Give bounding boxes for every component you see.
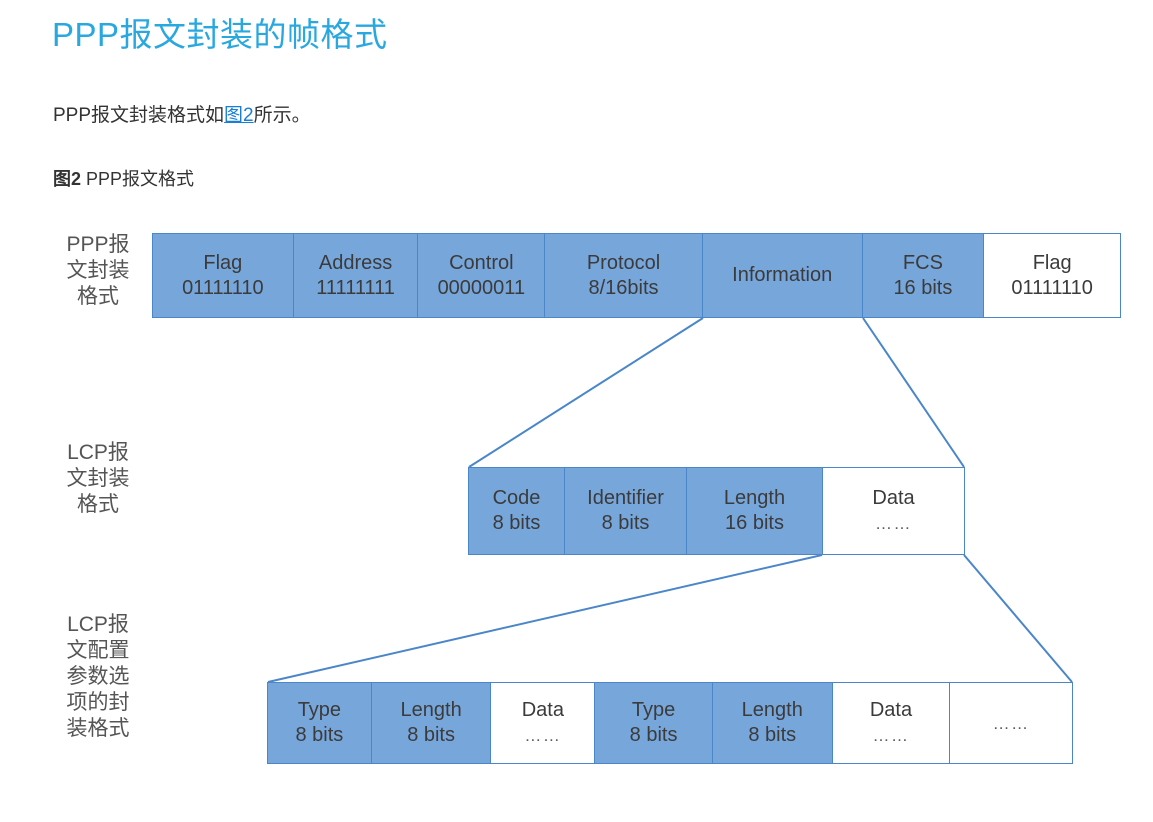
- field-ellipsis: ……: [872, 726, 910, 745]
- field-value: 11111111: [316, 276, 395, 299]
- field-code[interactable]: Code 8 bits: [469, 468, 565, 554]
- field-value: 01111110: [1011, 276, 1093, 299]
- field-value: 16 bits: [725, 512, 784, 534]
- field-address[interactable]: Address 11111111: [293, 234, 419, 317]
- field-value: 8 bits: [748, 724, 797, 746]
- field-control[interactable]: Control 00000011: [418, 234, 546, 317]
- field-ellipsis: ……: [524, 726, 562, 745]
- field-value: 16 bits: [893, 276, 953, 299]
- row-label-lcp-option: LCP报 文配置 参数选 项的封 装格式: [66, 613, 130, 740]
- field-label: Data: [521, 699, 564, 721]
- field-length[interactable]: Length 16 bits: [687, 468, 823, 554]
- field-label: Type: [297, 699, 342, 721]
- field-label: Address: [318, 251, 393, 274]
- connector-data-left: [267, 554, 823, 683]
- field-label: Identifier: [587, 487, 664, 509]
- field-flag-start[interactable]: Flag 01111110: [153, 234, 294, 317]
- field-label: FCS: [902, 251, 943, 274]
- field-value: 8/16bits: [588, 276, 659, 299]
- lcp-frame-row: Code 8 bits Identifier 8 bits Length 16 …: [468, 467, 965, 555]
- field-type-2[interactable]: Type 8 bits: [595, 683, 713, 763]
- field-label: Code: [492, 487, 541, 509]
- lcp-option-frame-row: Type 8 bits Length 8 bits Data …… Type 8…: [267, 682, 1073, 764]
- ppp-frame-row: Flag 01111110 Address 11111111 Control 0…: [152, 233, 1121, 318]
- field-label: Protocol: [586, 251, 661, 274]
- field-value: 01111110: [182, 276, 264, 299]
- field-value: 8 bits: [601, 512, 650, 534]
- field-value: 8 bits: [295, 724, 344, 746]
- row-label-ppp: PPP报 文封装 格式: [66, 233, 130, 308]
- field-ellipsis: ……: [992, 713, 1030, 733]
- field-protocol[interactable]: Protocol 8/16bits: [545, 234, 703, 317]
- field-value: 00000011: [437, 276, 526, 299]
- field-value: 8 bits: [492, 512, 541, 534]
- row-label-lcp: LCP报 文封装 格式: [66, 441, 130, 516]
- field-flag-end[interactable]: Flag 01111110: [984, 234, 1120, 317]
- field-label: Length: [400, 699, 462, 721]
- field-label: Length: [723, 487, 786, 509]
- field-type-1[interactable]: Type 8 bits: [268, 683, 372, 763]
- field-label: Control: [449, 251, 514, 274]
- field-label: Flag: [1032, 251, 1072, 274]
- field-data-1[interactable]: Data ……: [491, 683, 596, 763]
- field-label: Type: [631, 699, 676, 721]
- field-ellipsis: ……: [875, 514, 912, 533]
- field-label: Data: [869, 699, 913, 721]
- field-length-1[interactable]: Length 8 bits: [371, 683, 492, 763]
- connector-information-left: [468, 317, 704, 468]
- field-label: Data: [872, 487, 915, 509]
- connector-data-right: [963, 554, 1073, 683]
- field-information[interactable]: Information: [702, 234, 863, 317]
- field-label: Length: [741, 699, 803, 721]
- field-continuation[interactable]: ……: [950, 683, 1072, 763]
- field-label: Information: [732, 264, 833, 286]
- field-value: 8 bits: [629, 724, 678, 746]
- field-value: 8 bits: [407, 724, 455, 746]
- field-length-2[interactable]: Length 8 bits: [712, 683, 833, 763]
- field-data[interactable]: Data ……: [823, 468, 964, 554]
- ppp-frame-diagram: PPP报 文封装 格式 Flag 01111110 Address 111111…: [0, 0, 1153, 822]
- field-identifier[interactable]: Identifier 8 bits: [565, 468, 687, 554]
- field-data-2[interactable]: Data ……: [832, 683, 951, 763]
- connector-information-right: [862, 317, 965, 468]
- field-fcs[interactable]: FCS 16 bits: [862, 234, 985, 317]
- field-label: Flag: [203, 251, 243, 274]
